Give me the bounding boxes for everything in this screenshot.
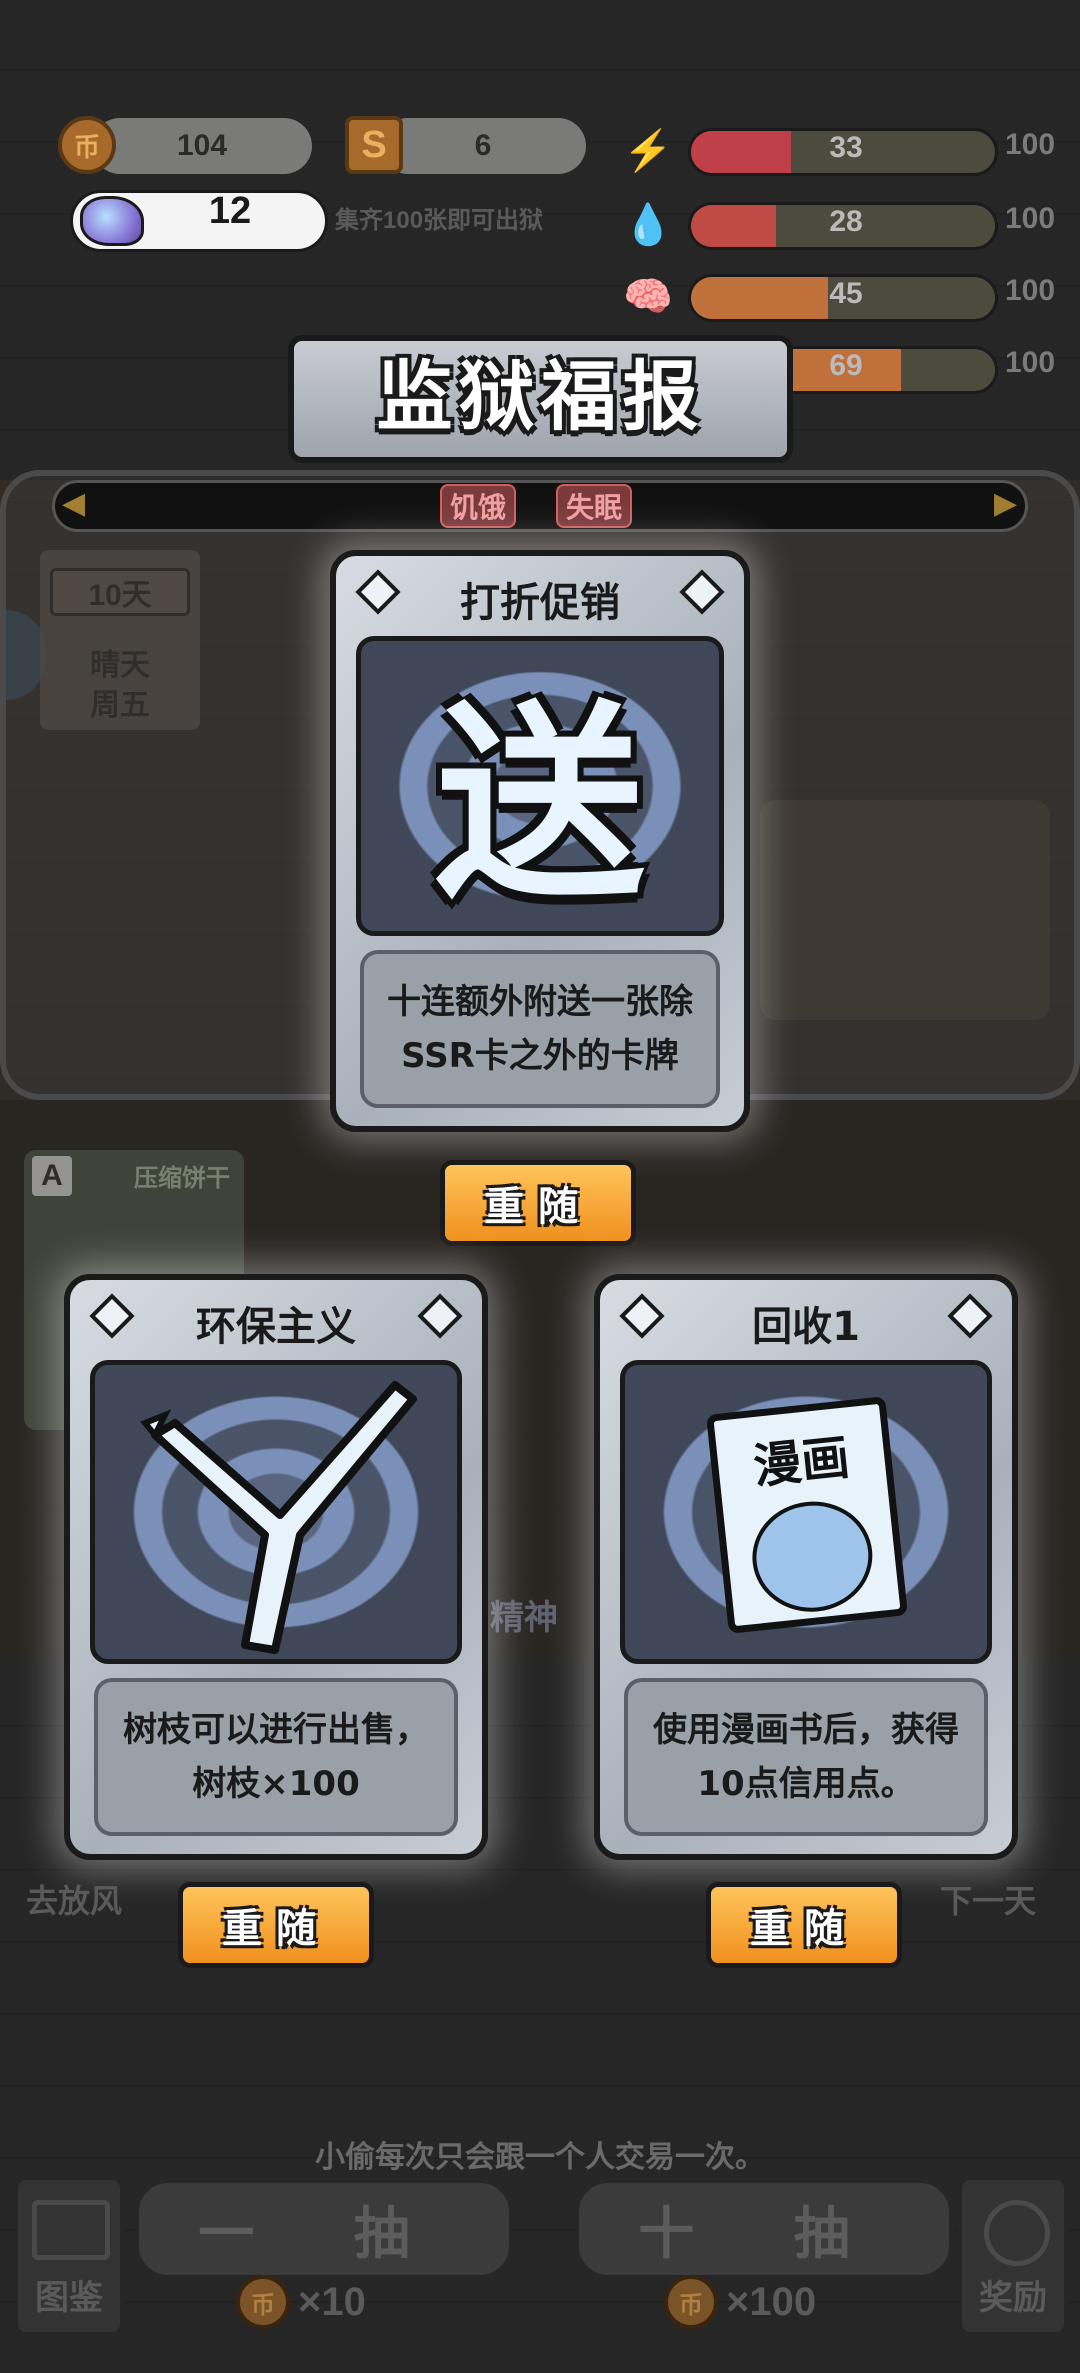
card-desc-line: 使用漫画书后，获得 bbox=[653, 1710, 959, 1750]
card-art: 漫画 bbox=[620, 1360, 992, 1664]
stat-bar: 28 bbox=[688, 202, 998, 250]
gem-icon bbox=[80, 196, 144, 246]
stat-value: 33 bbox=[829, 131, 863, 164]
spirit-label: 精神 bbox=[490, 1599, 558, 1637]
catalog-label: 图鉴 bbox=[35, 2278, 103, 2318]
brain-icon: 🧠 bbox=[623, 274, 673, 319]
ten-draw-cost-value: ×100 bbox=[726, 2279, 817, 2324]
credit-counter: 6 bbox=[380, 118, 586, 174]
card-item-name: 压缩饼干 bbox=[134, 1165, 230, 1192]
card-desc-line: SSR卡之外的卡牌 bbox=[401, 1036, 679, 1076]
escape-hint: 集齐100张即可出狱 bbox=[335, 207, 544, 234]
status-tab-bar bbox=[52, 480, 1028, 532]
tab-next-arrow[interactable]: ▶ bbox=[994, 486, 1017, 521]
reroll-button[interactable]: 重随 bbox=[178, 1882, 374, 1968]
card-desc-line: 十连额外附送一张除 bbox=[387, 982, 693, 1022]
card-desc-line: 树枝可以进行出售， bbox=[123, 1710, 429, 1750]
credit-icon: S bbox=[345, 116, 403, 174]
card-description: 使用漫画书后，获得 10点信用点。 bbox=[624, 1678, 988, 1836]
stat-max: 100 bbox=[1005, 274, 1056, 307]
energy-bolt-icon: ⚡ bbox=[623, 128, 673, 173]
stat-row: 💧 28 100 bbox=[620, 196, 1080, 256]
tab-hunger[interactable]: 饥饿 bbox=[440, 484, 517, 528]
stat-row: 🧠 45 100 bbox=[620, 268, 1080, 328]
gift-glyph-icon: 送 bbox=[434, 682, 645, 927]
tab-prev-arrow[interactable]: ◀ bbox=[62, 486, 85, 521]
single-draw-cost-value: ×10 bbox=[298, 2279, 366, 2324]
card-description: 十连额外附送一张除 SSR卡之外的卡牌 bbox=[360, 950, 720, 1108]
mouse-icon bbox=[984, 2200, 1050, 2266]
bonus-card-recycle[interactable]: 回收1 漫画 使用漫画书后，获得 10点信用点。 bbox=[594, 1274, 1018, 1860]
tab-insomnia[interactable]: 失眠 bbox=[556, 484, 633, 528]
card-desc-line: 树枝×100 bbox=[192, 1764, 360, 1804]
stat-row: ⚡ 33 100 bbox=[620, 122, 1080, 182]
stat-max: 100 bbox=[1005, 128, 1056, 161]
card-title: 环保主义 bbox=[196, 1304, 356, 1350]
bonus-card-eco[interactable]: 环保主义 树枝可以进行出售， 树枝×100 bbox=[64, 1274, 488, 1860]
page-title: 监狱福报 bbox=[376, 352, 705, 441]
reroll-button[interactable]: 重随 bbox=[440, 1160, 636, 1246]
stat-max: 100 bbox=[1005, 202, 1056, 235]
go-outside-button[interactable]: 去放风 bbox=[26, 1876, 122, 1922]
single-draw-button[interactable]: 一 抽 bbox=[134, 2178, 514, 2280]
ten-draw-cost: 币 ×100 bbox=[664, 2272, 816, 2332]
stat-bar: 33 bbox=[688, 128, 998, 176]
stat-bar: 45 bbox=[688, 274, 998, 322]
coin-icon: 币 bbox=[58, 116, 116, 174]
coin-icon: 币 bbox=[236, 2275, 290, 2329]
next-day-button[interactable]: 下一天 bbox=[940, 1876, 1036, 1922]
reroll-button[interactable]: 重随 bbox=[706, 1882, 902, 1968]
stat-value: 45 bbox=[829, 277, 863, 310]
comic-book-icon: 漫画 bbox=[705, 1396, 909, 1634]
reward-label: 奖励 bbox=[979, 2278, 1047, 2318]
book-icon bbox=[32, 2200, 110, 2260]
comic-book-title: 漫画 bbox=[750, 1429, 853, 1496]
thief-note: 小偷每次只会跟一个人交易一次。 bbox=[315, 2140, 765, 2175]
card-art bbox=[90, 1360, 462, 1664]
card-description: 树枝可以进行出售， 树枝×100 bbox=[94, 1678, 458, 1836]
coin-counter: 104 bbox=[92, 118, 312, 174]
bonus-card-discount[interactable]: 打折促销 送 十连额外附送一张除 SSR卡之外的卡牌 bbox=[330, 550, 750, 1132]
card-title: 回收1 bbox=[752, 1304, 860, 1350]
single-draw-cost: 币 ×10 bbox=[236, 2272, 366, 2332]
card-rank-letter: A bbox=[32, 1156, 72, 1196]
card-art: 送 bbox=[356, 636, 724, 936]
stat-max: 100 bbox=[1005, 346, 1056, 379]
water-drop-icon: 💧 bbox=[623, 202, 673, 247]
coin-icon: 币 bbox=[664, 2275, 718, 2329]
card-desc-line: 10点信用点。 bbox=[697, 1764, 915, 1804]
card-title: 打折促销 bbox=[460, 580, 620, 626]
gem-value: 12 bbox=[208, 190, 252, 232]
ten-draw-button[interactable]: 十 抽 bbox=[574, 2178, 954, 2280]
branch-icon bbox=[140, 1381, 417, 1654]
stat-value: 28 bbox=[829, 205, 863, 238]
